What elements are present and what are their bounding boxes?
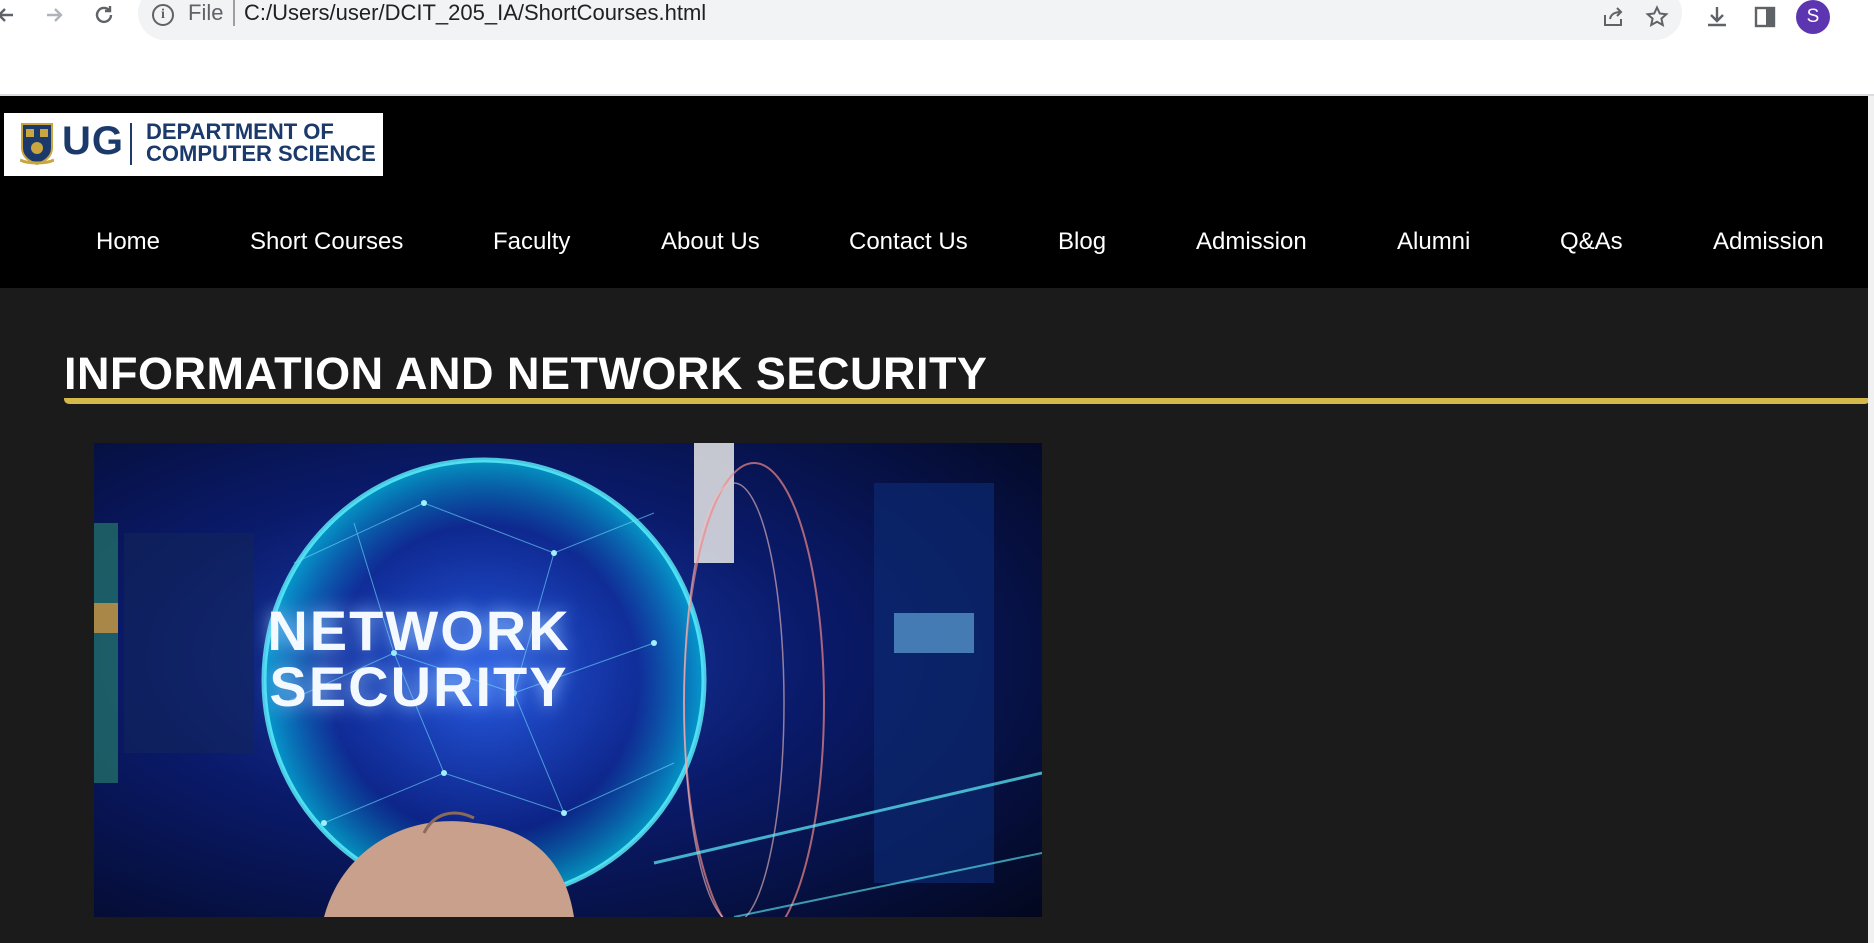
nav-admission-2[interactable]: Admission (1713, 228, 1824, 256)
profile-avatar[interactable]: S (1796, 0, 1830, 34)
download-icon[interactable] (1700, 2, 1734, 32)
logo-divider (130, 123, 132, 165)
nav-short-courses[interactable]: Short Courses (250, 228, 403, 256)
nav-faculty[interactable]: Faculty (493, 228, 570, 256)
reload-button[interactable] (84, 0, 124, 30)
hero-caption-line-1: NETWORK (267, 599, 571, 662)
logo-line-1: DEPARTMENT OF (146, 119, 334, 144)
side-panel-icon[interactable] (1748, 2, 1782, 32)
info-icon[interactable]: i (152, 4, 174, 26)
share-icon[interactable] (1596, 2, 1630, 32)
forward-button[interactable] (34, 0, 74, 30)
network-security-image: NETWORK SECURITY (94, 443, 1042, 917)
page-scrollbar[interactable] (1868, 96, 1874, 943)
forward-icon (47, 8, 63, 22)
logo-line-2: COMPUTER SCIENCE (146, 141, 376, 166)
hero-caption-line-2: SECURITY (269, 655, 569, 718)
nav-alumni[interactable]: Alumni (1397, 228, 1470, 256)
nav-blog[interactable]: Blog (1058, 228, 1106, 256)
nav-qas[interactable]: Q&As (1560, 228, 1623, 256)
nav-admission[interactable]: Admission (1196, 228, 1307, 256)
url-text[interactable]: C:/Users/user/DCIT_205_IA/ShortCourses.h… (244, 0, 706, 26)
nav-about-us[interactable]: About Us (661, 228, 760, 256)
crest-icon (20, 123, 54, 166)
department-logo[interactable]: UG DEPARTMENT OF COMPUTER SCIENCE (4, 113, 383, 176)
star-icon[interactable] (1640, 2, 1674, 32)
page-title: INFORMATION AND NETWORK SECURITY (64, 348, 988, 399)
reload-icon (95, 6, 113, 24)
nav-home[interactable]: Home (96, 228, 160, 256)
main-nav: Home Short Courses Faculty About Us Cont… (0, 228, 1874, 272)
logo-short-name: UG (62, 119, 124, 163)
browser-toolbar: i File C:/Users/user/DCIT_205_IA/ShortCo… (0, 0, 1874, 96)
back-button[interactable] (0, 0, 26, 30)
nav-contact-us[interactable]: Contact Us (849, 228, 968, 256)
address-bar[interactable]: i File C:/Users/user/DCIT_205_IA/ShortCo… (138, 0, 1682, 40)
site-header: UG DEPARTMENT OF COMPUTER SCIENCE Home S… (0, 96, 1874, 288)
address-divider (233, 0, 235, 26)
url-scheme-label: File (188, 0, 224, 25)
back-icon (0, 8, 13, 22)
title-underline (64, 398, 1870, 404)
hero-caption: NETWORK SECURITY (94, 603, 744, 715)
logo-department-name: DEPARTMENT OF COMPUTER SCIENCE (146, 121, 376, 165)
page: UG DEPARTMENT OF COMPUTER SCIENCE Home S… (0, 96, 1874, 943)
